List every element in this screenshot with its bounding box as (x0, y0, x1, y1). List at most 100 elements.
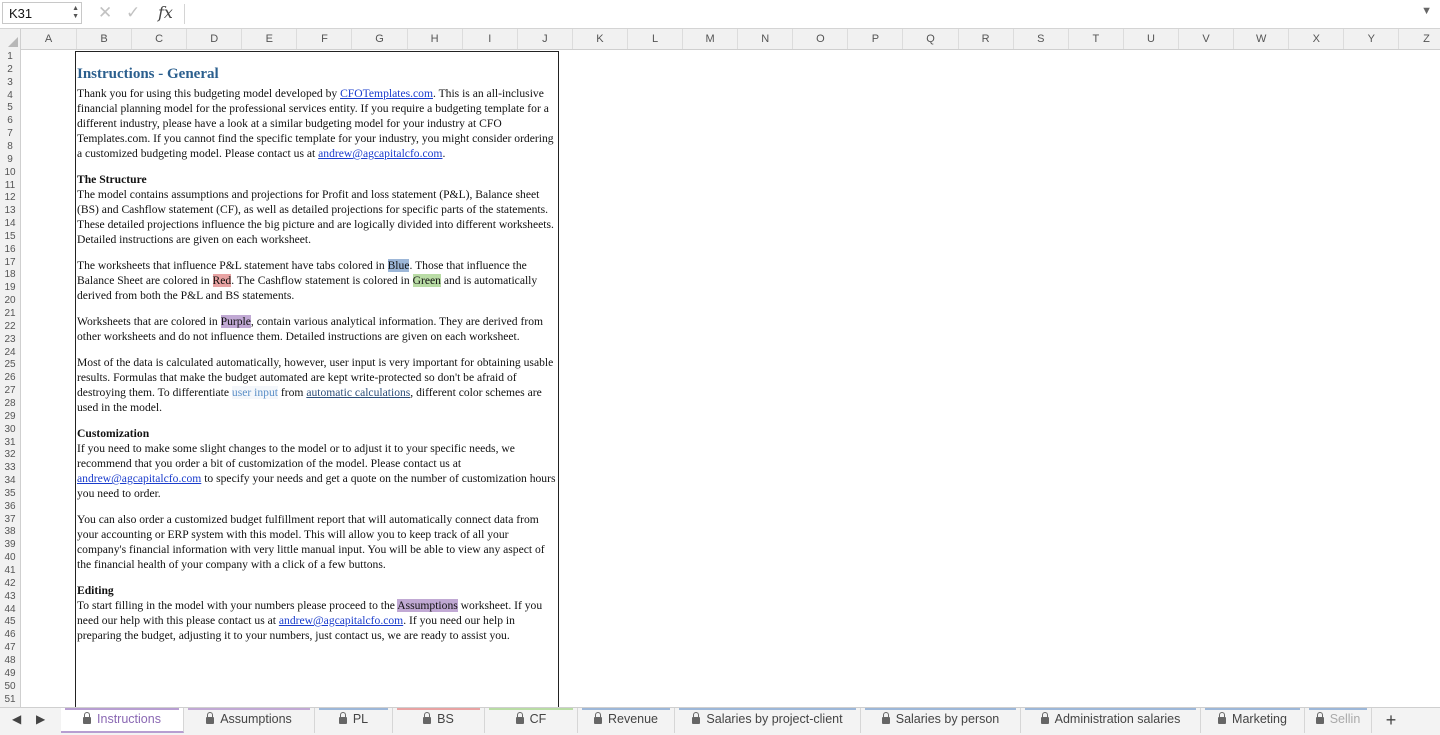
email-link[interactable]: andrew@agcapitalcfo.com (279, 614, 403, 627)
row-header[interactable]: 7 (0, 128, 20, 141)
row-header[interactable]: 31 (0, 437, 20, 450)
sheet-tab[interactable]: Sellin (1305, 708, 1372, 733)
column-header[interactable]: F (297, 29, 353, 49)
row-header[interactable]: 19 (0, 282, 20, 295)
sheet-tab[interactable]: BS (393, 708, 485, 733)
row-header[interactable]: 43 (0, 591, 20, 604)
email-link[interactable]: andrew@agcapitalcfo.com (318, 147, 442, 160)
row-header[interactable]: 11 (0, 180, 20, 193)
column-header[interactable]: K (573, 29, 628, 49)
sheet-tab[interactable]: CF (485, 708, 578, 733)
select-all-corner[interactable] (0, 29, 21, 49)
column-header[interactable]: D (187, 29, 243, 49)
sheet-tab[interactable]: Salaries by person (861, 708, 1021, 733)
row-header[interactable]: 9 (0, 154, 20, 167)
row-header[interactable]: 13 (0, 205, 20, 218)
column-header[interactable]: R (959, 29, 1014, 49)
column-header[interactable]: M (683, 29, 739, 49)
cfotemplates-link[interactable]: CFOTemplates.com (340, 87, 433, 100)
row-header[interactable]: 45 (0, 616, 20, 629)
row-header[interactable]: 1 (0, 51, 20, 64)
row-header[interactable]: 41 (0, 565, 20, 578)
sheet-tab[interactable]: Instructions (61, 708, 184, 733)
row-header[interactable]: 34 (0, 475, 20, 488)
column-header[interactable]: U (1124, 29, 1179, 49)
row-header[interactable]: 29 (0, 411, 20, 424)
row-header[interactable]: 42 (0, 578, 20, 591)
column-header[interactable]: E (242, 29, 298, 49)
spreadsheet-grid[interactable]: ABCDEFGHIJKLMNOPQRSTUVWXYZ 1 2 3 4 5 6 7 8 9 10 11… (0, 29, 1440, 707)
row-header[interactable]: 36 (0, 501, 20, 514)
instructions-textbox[interactable]: Instructions - General Thank you for usi… (75, 51, 559, 707)
column-header[interactable]: V (1179, 29, 1235, 49)
sheet-tab[interactable]: Administration salaries (1021, 708, 1201, 733)
column-header[interactable]: C (132, 29, 188, 49)
row-header[interactable]: 15 (0, 231, 20, 244)
sheet-tab[interactable]: Revenue (578, 708, 675, 733)
row-header[interactable]: 35 (0, 488, 20, 501)
sheet-tab[interactable]: Assumptions (184, 708, 315, 733)
row-header[interactable]: 51 (0, 694, 20, 707)
row-header[interactable]: 24 (0, 347, 20, 360)
row-header[interactable]: 17 (0, 257, 20, 270)
row-header[interactable]: 21 (0, 308, 20, 321)
column-header[interactable]: Y (1344, 29, 1400, 49)
row-header[interactable]: 6 (0, 115, 20, 128)
row-header[interactable]: 27 (0, 385, 20, 398)
row-header[interactable]: 23 (0, 334, 20, 347)
row-header[interactable]: 4 (0, 90, 20, 103)
column-header[interactable]: P (848, 29, 904, 49)
column-header[interactable]: H (408, 29, 463, 49)
name-box-stepper-icon[interactable]: ▲ ▼ (72, 5, 79, 21)
row-header[interactable]: 30 (0, 424, 20, 437)
column-header[interactable]: S (1014, 29, 1069, 49)
sheet-tab[interactable]: Salaries by project-client (675, 708, 861, 733)
row-header[interactable]: 39 (0, 539, 20, 552)
email-link[interactable]: andrew@agcapitalcfo.com (77, 472, 201, 485)
row-header[interactable]: 22 (0, 321, 20, 334)
row-header[interactable]: 8 (0, 141, 20, 154)
column-header[interactable]: W (1234, 29, 1290, 49)
row-header[interactable]: 28 (0, 398, 20, 411)
row-header[interactable]: 12 (0, 192, 20, 205)
row-header[interactable]: 38 (0, 526, 20, 539)
row-header[interactable]: 26 (0, 372, 20, 385)
row-header[interactable]: 14 (0, 218, 20, 231)
row-header[interactable]: 5 (0, 102, 20, 115)
next-sheet-icon[interactable]: ▶ (36, 712, 45, 726)
row-header[interactable]: 46 (0, 629, 20, 642)
column-header[interactable]: Z (1399, 29, 1440, 49)
row-header[interactable]: 37 (0, 514, 20, 527)
row-header[interactable]: 20 (0, 295, 20, 308)
column-header[interactable]: X (1289, 29, 1345, 49)
row-header[interactable]: 33 (0, 462, 20, 475)
column-header[interactable]: A (21, 29, 77, 49)
row-header[interactable]: 3 (0, 77, 20, 90)
row-header[interactable]: 47 (0, 642, 20, 655)
column-header[interactable]: N (738, 29, 794, 49)
formula-input[interactable] (194, 6, 1414, 22)
row-header[interactable]: 10 (0, 167, 20, 180)
chevron-down-icon[interactable]: ▼ (1421, 5, 1432, 17)
column-header[interactable]: B (77, 29, 133, 49)
row-header[interactable]: 32 (0, 449, 20, 462)
column-header[interactable]: L (628, 29, 684, 49)
column-header[interactable]: T (1069, 29, 1124, 49)
enter-icon[interactable]: ✓ (126, 3, 140, 23)
cancel-icon[interactable]: ✕ (98, 3, 112, 23)
sheet-tab[interactable]: PL (315, 708, 393, 733)
row-header[interactable]: 48 (0, 655, 20, 668)
column-header[interactable]: Q (904, 29, 959, 49)
column-header[interactable]: O (793, 29, 849, 49)
column-header[interactable]: I (463, 29, 518, 49)
row-header[interactable]: 2 (0, 64, 20, 77)
insert-function-icon[interactable]: fx (158, 3, 173, 22)
row-header[interactable]: 25 (0, 359, 20, 372)
row-header[interactable]: 50 (0, 681, 20, 694)
row-header[interactable]: 16 (0, 244, 20, 257)
column-header[interactable]: G (353, 29, 408, 49)
prev-sheet-icon[interactable]: ◀ (12, 712, 21, 726)
add-sheet-button[interactable]: + (1380, 709, 1402, 731)
row-header[interactable]: 18 (0, 269, 20, 282)
row-header[interactable]: 49 (0, 668, 20, 681)
